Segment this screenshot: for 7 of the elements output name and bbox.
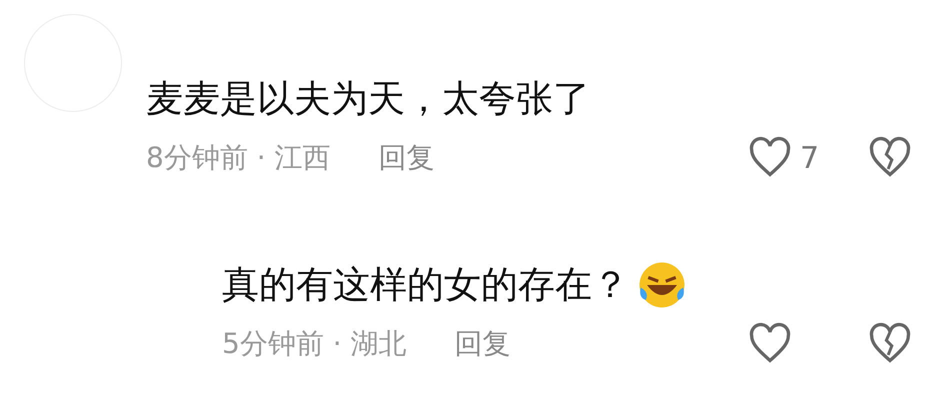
comment-text: 麦麦是以夫为天，太夸张了: [146, 76, 590, 122]
reply-link[interactable]: 回复: [378, 139, 435, 177]
reply-link[interactable]: 回复: [454, 325, 511, 363]
time-location: 8分钟前 · 江西: [146, 140, 331, 176]
comment-text: 真的有这样的女的存在？: [222, 262, 629, 308]
time-location: 5分钟前 · 湖北: [222, 326, 407, 362]
like-button[interactable]: 7: [748, 136, 828, 180]
